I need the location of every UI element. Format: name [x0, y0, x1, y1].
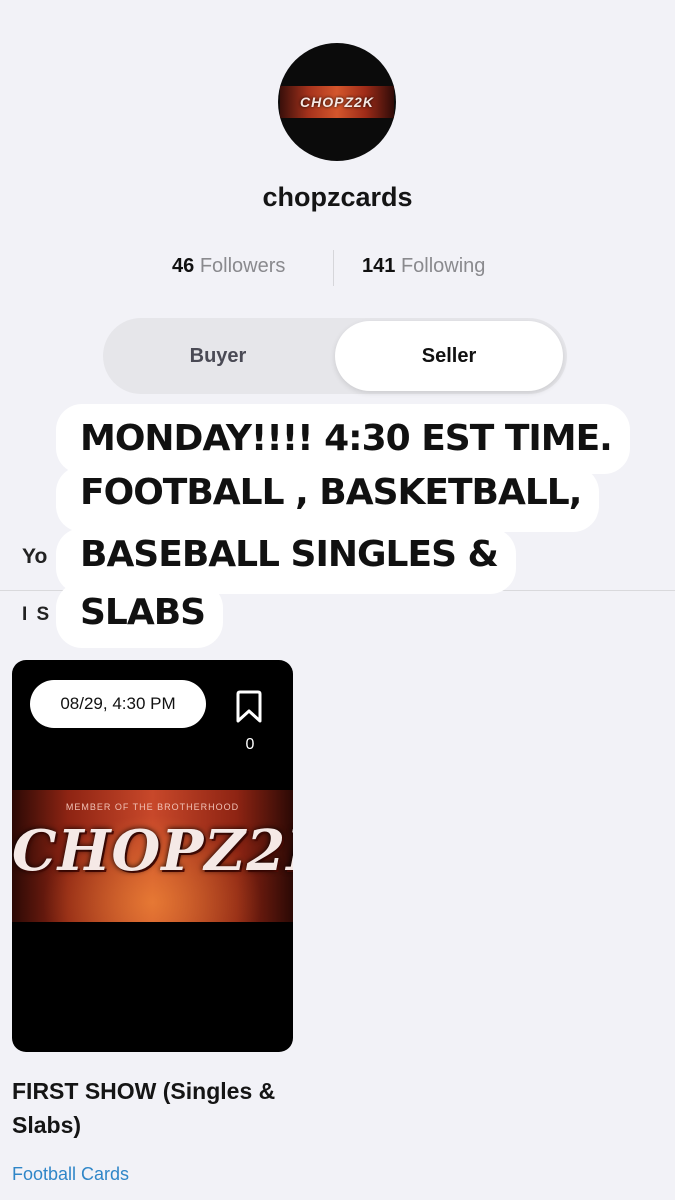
show-card[interactable]: 08/29, 4:30 PM 0 MEMBER OF THE BROTHERHO…	[12, 660, 293, 1052]
caption-line-4: SLABS	[56, 582, 224, 648]
following-stat[interactable]: 141 Following	[362, 255, 485, 278]
bookmark-icon[interactable]	[234, 690, 264, 724]
show-thumbnail-logo: CHOPZ2K	[12, 818, 293, 884]
following-count: 141	[362, 255, 396, 277]
username: chopzcards	[262, 182, 413, 212]
show-title[interactable]: FIRST SHOW (Singles & Slabs)	[12, 1074, 302, 1142]
avatar[interactable]: CHOPZ2K	[278, 43, 396, 161]
obscured-section-text: I S	[22, 604, 52, 625]
show-category-link[interactable]: Football Cards	[12, 1164, 129, 1185]
show-date-badge: 08/29, 4:30 PM	[30, 680, 206, 728]
stats-divider	[333, 250, 334, 286]
seller-tab[interactable]: Seller	[335, 321, 563, 391]
following-label: Following	[400, 255, 486, 277]
bookmark-count: 0	[245, 736, 255, 753]
buyer-tab[interactable]: Buyer	[103, 318, 333, 394]
avatar-logo-text: CHOPZ2K	[300, 94, 374, 110]
followers-count: 46	[172, 255, 195, 277]
caption-line-1: MONDAY!!!! 4:30 EST TIME.	[56, 404, 630, 474]
obscured-section-heading: Yo	[22, 545, 48, 568]
show-thumbnail-tagline: MEMBER OF THE BROTHERHOOD	[65, 802, 240, 812]
show-thumbnail: MEMBER OF THE BROTHERHOOD CHOPZ2K	[12, 790, 293, 922]
caption-line-2: FOOTBALL , BASKETBALL,	[56, 466, 600, 532]
profile-page: CHOPZ2K chopzcards 46 Followers 141 Foll…	[0, 0, 675, 1200]
followers-label: Followers	[199, 255, 286, 277]
buyer-seller-toggle: Buyer Seller	[103, 318, 567, 394]
avatar-logo: CHOPZ2K	[280, 86, 394, 118]
followers-stat[interactable]: 46 Followers	[172, 255, 285, 278]
